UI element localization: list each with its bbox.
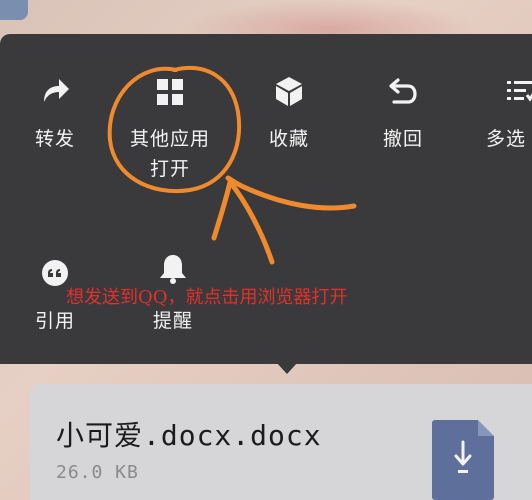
menu-item-label: 其他应用 [129,128,210,150]
favorite-cube-icon [272,74,306,108]
menu-item-favorite[interactable]: 收藏 [254,74,324,164]
menu-item-label: 转发 [34,128,75,150]
background-app-tile [0,0,28,20]
document-download-icon[interactable] [432,420,494,500]
multi-select-icon [504,74,532,108]
menu-item-label: 撤回 [382,128,423,150]
message-context-menu: 转发 其他应用 打开 收藏 撤回 多选 引用 提醒 [0,34,532,364]
menu-item-forward[interactable]: 转发 [20,74,90,164]
menu-item-open-with-other-app[interactable]: 其他应用 打开 [118,74,222,204]
menu-item-multi-select[interactable]: 多选 [486,74,532,164]
menu-item-label: 引用 [34,310,75,332]
menu-item-label-line2: 打开 [149,158,190,180]
menu-item-label: 提醒 [152,310,193,332]
bell-icon [156,252,190,286]
menu-pointer [276,362,298,374]
annotation-text: 想发送到QQ，就点击用浏览器打开 [66,287,348,308]
forward-icon [38,74,72,108]
file-name: 小可爱.docx.docx [56,419,322,452]
menu-item-label: 多选 [486,128,527,150]
undo-icon [386,74,420,108]
other-apps-icon [153,74,187,108]
menu-item-recall[interactable]: 撤回 [368,74,438,164]
menu-item-label: 收藏 [268,128,309,150]
file-size: 26.0 KB [56,462,139,483]
file-message-card[interactable]: 小可爱.docx.docx 26.0 KB [30,384,532,500]
